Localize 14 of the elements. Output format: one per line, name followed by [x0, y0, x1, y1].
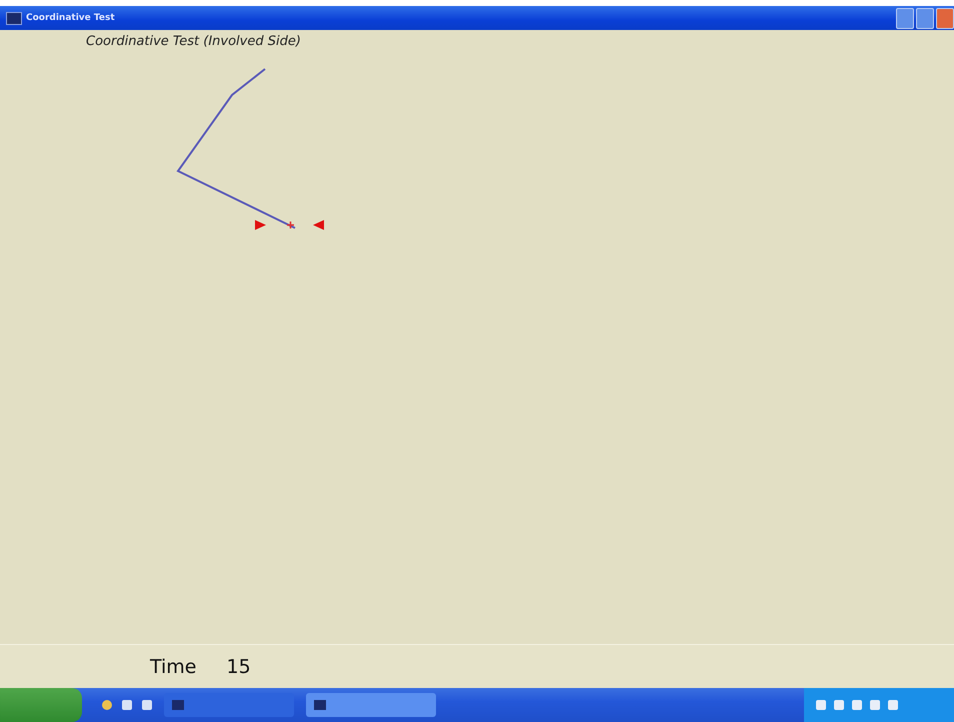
target-marker-icon — [255, 220, 266, 230]
app-icon — [6, 12, 22, 24]
minimize-button[interactable] — [896, 8, 914, 28]
start-button[interactable] — [0, 688, 82, 722]
test-heading: Coordinative Test (Involved Side) — [86, 34, 301, 49]
maximize-button[interactable] — [916, 8, 934, 28]
close-button[interactable] — [936, 8, 954, 28]
time-label: Time — [150, 656, 196, 678]
cursor-icon — [286, 220, 295, 230]
target-marker-icon — [313, 220, 324, 230]
taskbar-button[interactable] — [164, 693, 294, 717]
window-title: Coordinative Test — [26, 13, 116, 23]
time-value: 15 — [226, 656, 251, 678]
taskbar-button[interactable] — [306, 693, 436, 717]
